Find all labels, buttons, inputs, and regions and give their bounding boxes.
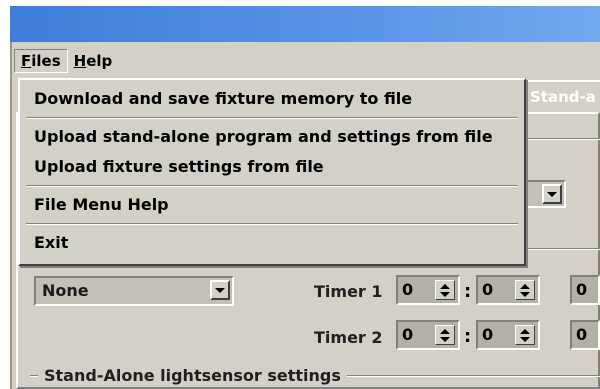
menu-bar: Files Help bbox=[14, 48, 118, 74]
window-title-bar bbox=[10, 6, 600, 42]
mode-select[interactable]: None bbox=[34, 276, 234, 306]
mode-select-value: None bbox=[42, 281, 89, 300]
spin-up-icon bbox=[520, 328, 530, 334]
menu-help-mnemonic: H bbox=[73, 52, 87, 70]
hidden-combo-dropdown-button[interactable] bbox=[542, 184, 562, 204]
spin-down-icon bbox=[440, 336, 450, 342]
timer1-extra-value: 0 bbox=[576, 280, 588, 299]
chevron-down-icon bbox=[547, 191, 557, 197]
lightsensor-group-legend: Stand-Alone lightsensor settings bbox=[38, 366, 347, 385]
chevron-down-icon bbox=[215, 287, 225, 293]
timer2-minutes-spinner[interactable]: 0 bbox=[476, 320, 540, 350]
timer1-minutes-value: 0 bbox=[482, 280, 494, 299]
timer2-extra-value: 0 bbox=[576, 325, 588, 344]
tab-stand-alone-label: Stand-a bbox=[530, 88, 596, 106]
menu-help[interactable]: Help bbox=[68, 50, 119, 72]
hidden-combo[interactable] bbox=[520, 180, 566, 208]
timer2-hours-value: 0 bbox=[402, 325, 414, 344]
spin-down-icon bbox=[440, 291, 450, 297]
timer1-minutes-spinner[interactable]: 0 bbox=[476, 275, 540, 305]
menu-item-upload-fixture-settings[interactable]: Upload fixture settings from file bbox=[20, 152, 524, 182]
spin-down-icon bbox=[520, 291, 530, 297]
menu-item-exit[interactable]: Exit bbox=[20, 228, 524, 258]
timer2-minutes-value: 0 bbox=[482, 325, 494, 344]
tab-stand-alone[interactable]: Stand-a bbox=[520, 80, 600, 110]
menu-files[interactable]: Files bbox=[14, 49, 68, 73]
timer1-hours-spin-buttons[interactable] bbox=[435, 280, 455, 300]
spin-up-icon bbox=[440, 328, 450, 334]
timer2-hours-spinner[interactable]: 0 bbox=[396, 320, 460, 350]
timer2-label: Timer 2 bbox=[314, 328, 383, 347]
timer1-extra-spinner[interactable]: 0 bbox=[570, 275, 600, 305]
menu-separator bbox=[26, 185, 518, 187]
timer2-colon: : bbox=[464, 326, 472, 347]
menu-help-label: elp bbox=[86, 52, 113, 70]
timer2-extra-spinner[interactable]: 0 bbox=[570, 320, 600, 350]
timer2-minutes-spin-buttons[interactable] bbox=[515, 325, 535, 345]
spin-down-icon bbox=[520, 336, 530, 342]
spin-up-icon bbox=[520, 283, 530, 289]
menu-item-file-help[interactable]: File Menu Help bbox=[20, 190, 524, 220]
spin-up-icon bbox=[440, 283, 450, 289]
timer1-colon: : bbox=[464, 281, 472, 302]
timer1-hours-spinner[interactable]: 0 bbox=[396, 275, 460, 305]
timer1-minutes-spin-buttons[interactable] bbox=[515, 280, 535, 300]
menu-files-mnemonic: F bbox=[21, 52, 32, 70]
menu-files-label: iles bbox=[31, 52, 61, 70]
mode-select-dropdown-button[interactable] bbox=[210, 280, 230, 300]
menu-separator bbox=[26, 117, 518, 119]
timer1-label: Timer 1 bbox=[314, 282, 383, 301]
menu-item-upload-standalone[interactable]: Upload stand-alone program and settings … bbox=[20, 122, 524, 152]
menu-item-download-save[interactable]: Download and save fixture memory to file bbox=[20, 84, 524, 114]
timer2-hours-spin-buttons[interactable] bbox=[435, 325, 455, 345]
timer1-hours-value: 0 bbox=[402, 280, 414, 299]
menu-separator bbox=[26, 223, 518, 225]
files-menu-dropdown: Download and save fixture memory to file… bbox=[18, 78, 526, 266]
